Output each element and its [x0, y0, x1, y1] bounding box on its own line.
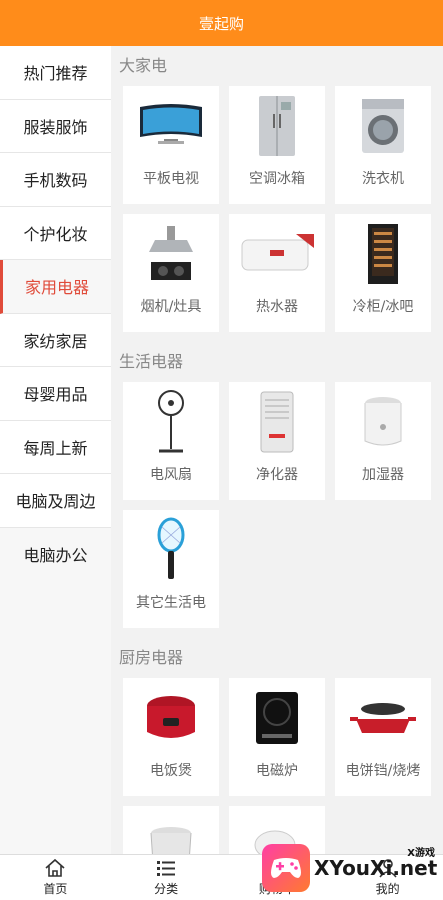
pot-icon	[123, 806, 219, 854]
section-title: 生活电器	[119, 352, 184, 371]
sidebar-item-label: 手机数码	[23, 171, 88, 191]
sidebar-item-weekly-new[interactable]: 每周上新	[0, 420, 111, 474]
sidebar-item-beauty[interactable]: 个护化妆	[0, 206, 111, 260]
product-grid: 电饭煲 电磁炉 电饼铛/烧烤	[111, 678, 443, 854]
tab-label: 分类	[154, 882, 179, 896]
category-tile-range-hood[interactable]: 烟机/灶具	[123, 214, 219, 332]
sidebar-item-label: 母婴用品	[23, 385, 88, 405]
category-tile-tv[interactable]: 平板电视	[123, 86, 219, 204]
tile-label: 电风扇	[150, 467, 192, 483]
section-title: 厨房电器	[119, 648, 184, 667]
sidebar-item-label: 家用电器	[24, 278, 89, 298]
sidebar-item-label: 服装服饰	[23, 117, 88, 137]
tile-label: 电饭煲	[150, 763, 192, 779]
washer-icon	[335, 86, 431, 166]
bug-zapper-icon	[123, 510, 219, 590]
sidebar-item-label: 个护化妆	[23, 224, 88, 244]
category-content: 大家电 平板电视 空调冰箱 洗衣机 烟机/灶具 热水器 冷柜/冰吧 生活电器 电…	[111, 46, 443, 854]
induction-cooker-icon	[229, 678, 325, 758]
tile-label: 冷柜/冰吧	[352, 299, 414, 315]
watermark-text: XYouXi.net	[314, 856, 438, 880]
sidebar-item-label: 电脑及周边	[15, 492, 96, 512]
category-sidebar: 热门推荐 服装服饰 手机数码 个护化妆 家用电器 家纺家居 母婴用品 每周上新 …	[0, 46, 111, 854]
rice-cooker-icon	[123, 678, 219, 758]
category-tile-other-life[interactable]: 其它生活电	[123, 510, 219, 628]
sidebar-item-label: 每周上新	[23, 438, 88, 458]
sidebar-item-appliances[interactable]: 家用电器	[0, 260, 111, 314]
watermark-small-text: X游戏	[407, 848, 435, 859]
product-grid: 电风扇 净化器 加湿器 其它生活电	[111, 382, 443, 638]
category-tile-wine-fridge[interactable]: 冷柜/冰吧	[335, 214, 431, 332]
tile-label: 平板电视	[143, 171, 199, 187]
list-icon	[157, 861, 176, 876]
purifier-icon	[229, 382, 325, 462]
tab-category[interactable]: 分类	[111, 855, 222, 900]
sidebar-item-home-textile[interactable]: 家纺家居	[0, 313, 111, 367]
home-icon	[45, 858, 65, 877]
category-tile-fridge[interactable]: 空调冰箱	[229, 86, 325, 204]
fridge-icon	[229, 86, 325, 166]
tile-label: 净化器	[256, 467, 298, 483]
water-heater-icon	[229, 214, 325, 294]
grill-icon	[335, 678, 431, 758]
tile-label: 电饼铛/烧烤	[345, 763, 421, 779]
fan-icon	[123, 382, 219, 462]
category-tile-pot[interactable]	[123, 806, 219, 854]
range-hood-icon	[123, 214, 219, 294]
category-tile-induction[interactable]: 电磁炉	[229, 678, 325, 796]
sidebar-item-digital[interactable]: 手机数码	[0, 153, 111, 207]
sidebar-item-computer-office[interactable]: 电脑办公	[0, 527, 111, 581]
wine-fridge-icon	[335, 214, 431, 294]
sidebar-item-label: 电脑办公	[23, 546, 88, 566]
tile-label: 电磁炉	[256, 763, 298, 779]
tile-label: 加湿器	[362, 467, 404, 483]
app-header: 壹起购	[0, 0, 443, 46]
category-tile-humidifier[interactable]: 加湿器	[335, 382, 431, 500]
category-tile-water-heater[interactable]: 热水器	[229, 214, 325, 332]
tab-label: 首页	[43, 882, 68, 896]
tile-label: 洗衣机	[362, 171, 404, 187]
section-title: 大家电	[119, 56, 168, 75]
tile-label: 热水器	[256, 299, 298, 315]
category-tile-fan[interactable]: 电风扇	[123, 382, 219, 500]
sidebar-item-label: 热门推荐	[23, 64, 88, 84]
product-grid: 平板电视 空调冰箱 洗衣机 烟机/灶具 热水器 冷柜/冰吧	[111, 86, 443, 342]
site-watermark: XYouXi.net X游戏	[262, 836, 443, 900]
sidebar-item-hot[interactable]: 热门推荐	[0, 46, 111, 100]
category-tile-washer[interactable]: 洗衣机	[335, 86, 431, 204]
sidebar-item-baby[interactable]: 母婴用品	[0, 367, 111, 421]
sidebar-item-computer-peripherals[interactable]: 电脑及周边	[0, 474, 111, 528]
tile-label: 烟机/灶具	[140, 299, 202, 315]
category-tile-rice-cooker[interactable]: 电饭煲	[123, 678, 219, 796]
tile-label: 空调冰箱	[249, 171, 305, 187]
tab-home[interactable]: 首页	[0, 855, 111, 900]
tile-label: 其它生活电	[136, 595, 206, 611]
gamepad-icon	[262, 844, 310, 892]
tv-icon	[123, 86, 219, 166]
category-tile-purifier[interactable]: 净化器	[229, 382, 325, 500]
page-title: 壹起购	[198, 14, 244, 33]
humidifier-icon	[335, 382, 431, 462]
sidebar-item-label: 家纺家居	[23, 331, 88, 351]
sidebar-item-clothing[interactable]: 服装服饰	[0, 99, 111, 153]
category-tile-grill[interactable]: 电饼铛/烧烤	[335, 678, 431, 796]
